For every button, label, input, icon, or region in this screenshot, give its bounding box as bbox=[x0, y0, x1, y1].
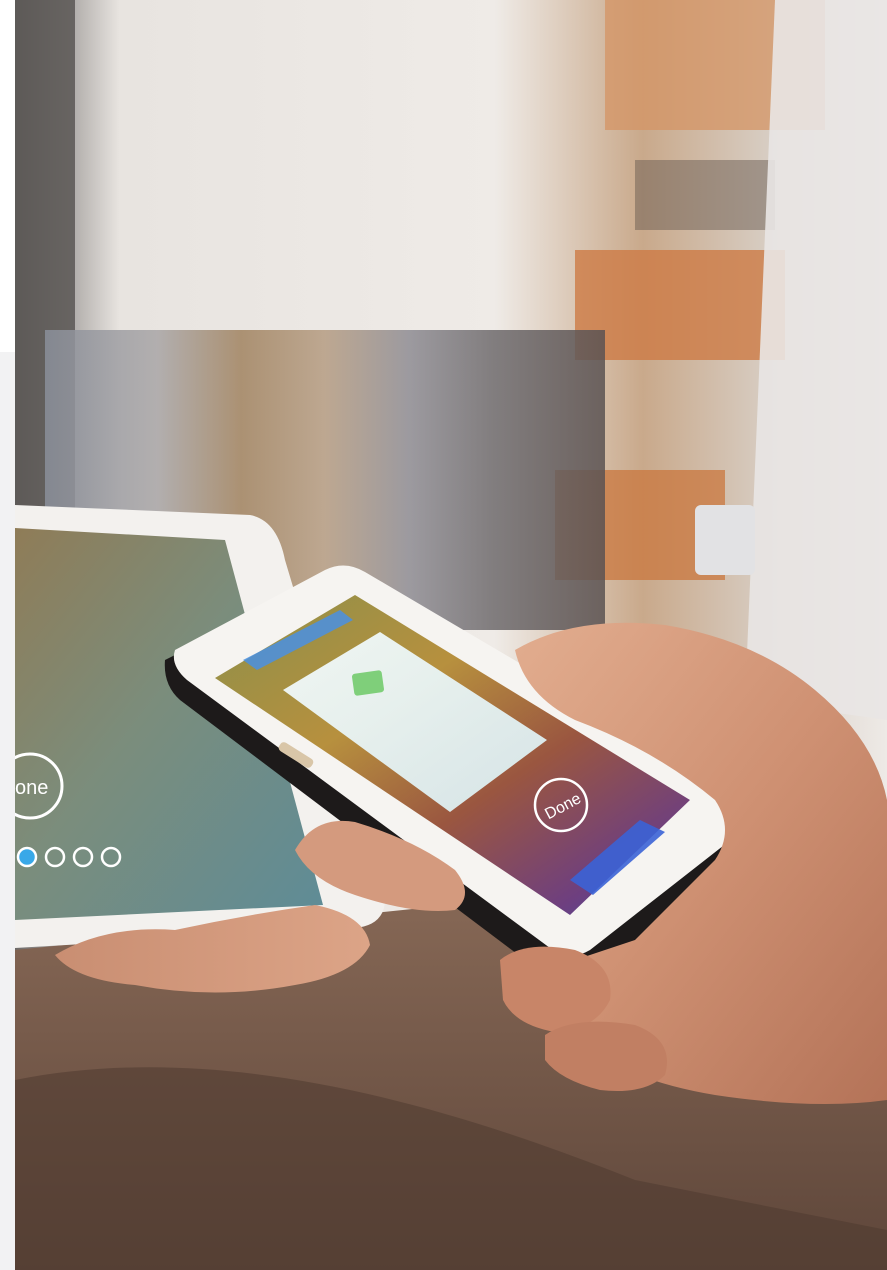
stock-photo-canvas: one Done bbox=[0, 0, 887, 1270]
tablet-page-dot-active bbox=[16, 846, 38, 868]
contactless-payment-photo: one Done bbox=[15, 0, 887, 1270]
left-margin-top bbox=[0, 0, 15, 352]
photo-illustration: one Done bbox=[15, 0, 887, 1270]
tablet-done-label: one bbox=[15, 777, 48, 799]
card-chip-icon bbox=[352, 670, 384, 696]
left-margin-band bbox=[0, 352, 15, 1270]
